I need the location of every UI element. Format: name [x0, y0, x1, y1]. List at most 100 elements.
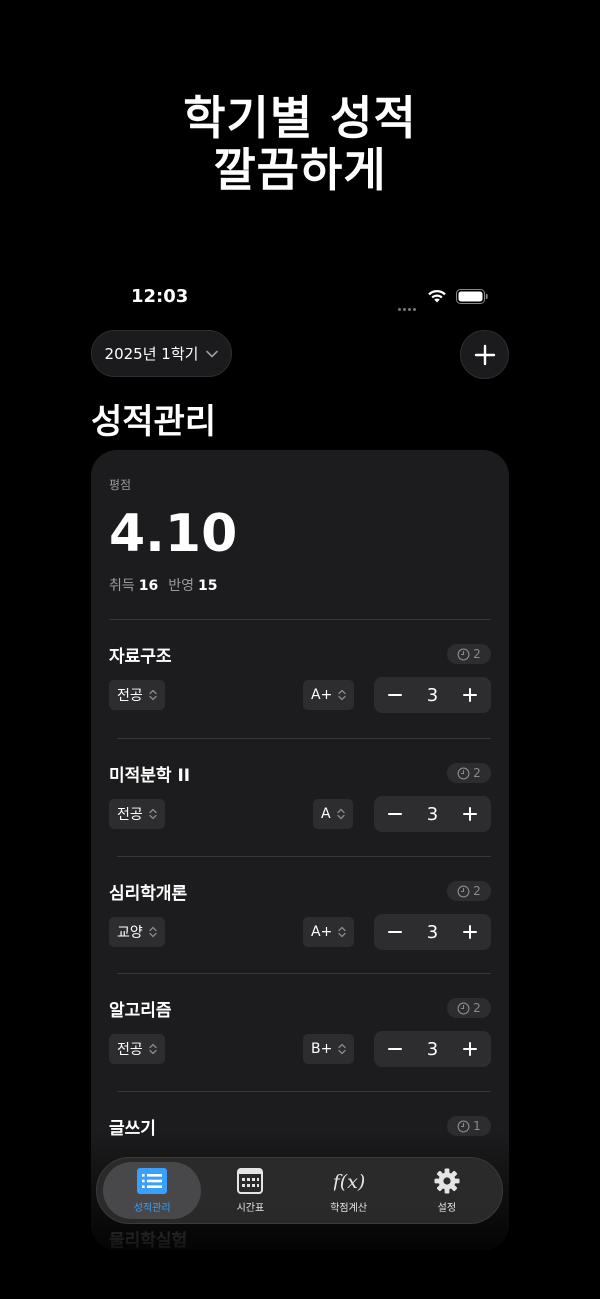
history-badge[interactable]: 2	[447, 998, 491, 1018]
chevron-down-icon	[206, 350, 219, 357]
plus-icon	[462, 807, 477, 821]
tab-label: 시간표	[236, 1202, 265, 1214]
course-type-select[interactable]: 전공	[109, 799, 165, 829]
course-type-value: 전공	[117, 688, 143, 704]
plus-icon	[462, 1042, 477, 1056]
grade-select[interactable]: A+	[303, 917, 355, 947]
chevron-updown-icon	[149, 689, 157, 701]
decrement-button[interactable]	[384, 684, 406, 706]
history-badge[interactable]: 2	[447, 763, 491, 783]
course-row: 미적분학 II 2 전공 A 3	[91, 739, 509, 857]
clock-icon	[457, 1002, 470, 1014]
credit-value: 3	[426, 803, 439, 825]
chevron-updown-icon	[149, 926, 157, 938]
wifi-icon	[428, 289, 446, 303]
course-name: 알고리즘	[109, 1001, 172, 1021]
credit-stepper: 3	[374, 677, 491, 713]
grade-value: B+	[311, 1041, 333, 1057]
minus-icon	[388, 694, 402, 696]
tab-settings[interactable]: 설정	[398, 1162, 496, 1219]
increment-button[interactable]	[459, 921, 481, 943]
course-type-value: 교양	[117, 925, 143, 941]
tab-bar: 성적관리 시간표 ƒ(x) 학점계산 설정	[96, 1157, 503, 1224]
decrement-button[interactable]	[384, 1038, 406, 1060]
history-count: 2	[473, 647, 481, 661]
grade-value: A+	[311, 924, 333, 940]
chevron-updown-icon	[338, 1043, 346, 1055]
course-name: 자료구조	[109, 647, 172, 667]
grades-card: 평점 4.10 취득 16 반영 15 자료구조 2 전공 A+ 3 미적분학 II	[91, 450, 509, 1250]
grade-value: A	[321, 806, 331, 822]
clock-icon	[457, 885, 470, 897]
increment-button[interactable]	[459, 803, 481, 825]
course-name: 물리학실험	[109, 1231, 188, 1250]
decrement-button[interactable]	[384, 803, 406, 825]
course-name: 심리학개론	[109, 884, 188, 904]
clock-icon	[457, 767, 470, 779]
chevron-updown-icon	[149, 1043, 157, 1055]
course-name: 글쓰기	[109, 1119, 156, 1139]
credit-value: 3	[426, 684, 439, 706]
history-count: 2	[473, 766, 481, 780]
tab-label: 성적관리	[133, 1202, 171, 1214]
course-type-select[interactable]: 전공	[109, 1034, 165, 1064]
history-count: 1	[473, 1119, 481, 1133]
promo-headline-line2: 깔끔하게	[213, 143, 387, 197]
chevron-updown-icon	[338, 926, 346, 938]
chevron-updown-icon	[338, 689, 346, 701]
minus-icon	[388, 931, 402, 933]
course-type-select[interactable]: 전공	[109, 680, 165, 710]
plus-icon	[474, 344, 495, 365]
status-time: 12:03	[131, 286, 189, 307]
course-type-value: 전공	[117, 1042, 143, 1058]
plus-icon	[462, 925, 477, 939]
semester-selector-button[interactable]: 2025년 1학기	[91, 330, 232, 377]
grade-select[interactable]: B+	[303, 1034, 355, 1064]
clock-icon	[457, 1120, 470, 1132]
decrement-button[interactable]	[384, 921, 406, 943]
credit-stepper: 3	[374, 1031, 491, 1067]
history-badge[interactable]: 2	[447, 881, 491, 901]
tab-timetable[interactable]: 시간표	[201, 1162, 299, 1219]
applied-credits-label: 반영	[168, 578, 195, 594]
course-row: 자료구조 2 전공 A+ 3	[91, 620, 509, 738]
status-bar: 12:03	[0, 282, 600, 312]
history-count: 2	[473, 1001, 481, 1015]
svg-text:ƒ(x): ƒ(x)	[334, 1171, 364, 1193]
grade-value: A+	[311, 687, 333, 703]
credit-value: 3	[426, 1038, 439, 1060]
earned-credits-value: 16	[138, 578, 159, 594]
course-type-value: 전공	[117, 807, 143, 823]
add-course-button[interactable]	[460, 330, 509, 379]
tab-label: 학점계산	[330, 1202, 368, 1214]
credit-value: 3	[426, 921, 439, 943]
grade-select[interactable]: A	[313, 799, 353, 829]
promo-headline: 학기별 성적 깔끔하게	[0, 92, 600, 196]
minus-icon	[388, 1048, 402, 1050]
promo-headline-line1: 학기별 성적	[183, 91, 417, 145]
clock-icon	[457, 648, 470, 660]
battery-icon	[456, 289, 488, 304]
chevron-updown-icon	[149, 808, 157, 820]
history-badge[interactable]: 2	[447, 644, 491, 664]
credit-summary: 취득 16 반영 15	[109, 575, 228, 595]
tab-label: 설정	[437, 1202, 457, 1214]
history-badge[interactable]: 1	[447, 1116, 491, 1136]
course-name: 미적분학 II	[109, 766, 191, 786]
tab-calculator[interactable]: ƒ(x) 학점계산	[300, 1162, 398, 1219]
increment-button[interactable]	[459, 1038, 481, 1060]
gear-icon	[434, 1168, 460, 1193]
tab-grades[interactable]: 성적관리	[103, 1162, 202, 1219]
list-icon	[137, 1167, 168, 1194]
page-title: 성적관리	[91, 402, 217, 442]
credit-stepper: 3	[374, 796, 491, 832]
grade-select[interactable]: A+	[303, 680, 355, 710]
signal-dots-icon	[398, 296, 420, 311]
gpa-label: 평점	[109, 478, 132, 492]
increment-button[interactable]	[459, 684, 481, 706]
credit-stepper: 3	[374, 914, 491, 950]
semester-label: 2025년 1학기	[104, 345, 199, 363]
history-count: 2	[473, 884, 481, 898]
applied-credits-value: 15	[198, 578, 218, 594]
course-type-select[interactable]: 교양	[109, 917, 165, 947]
